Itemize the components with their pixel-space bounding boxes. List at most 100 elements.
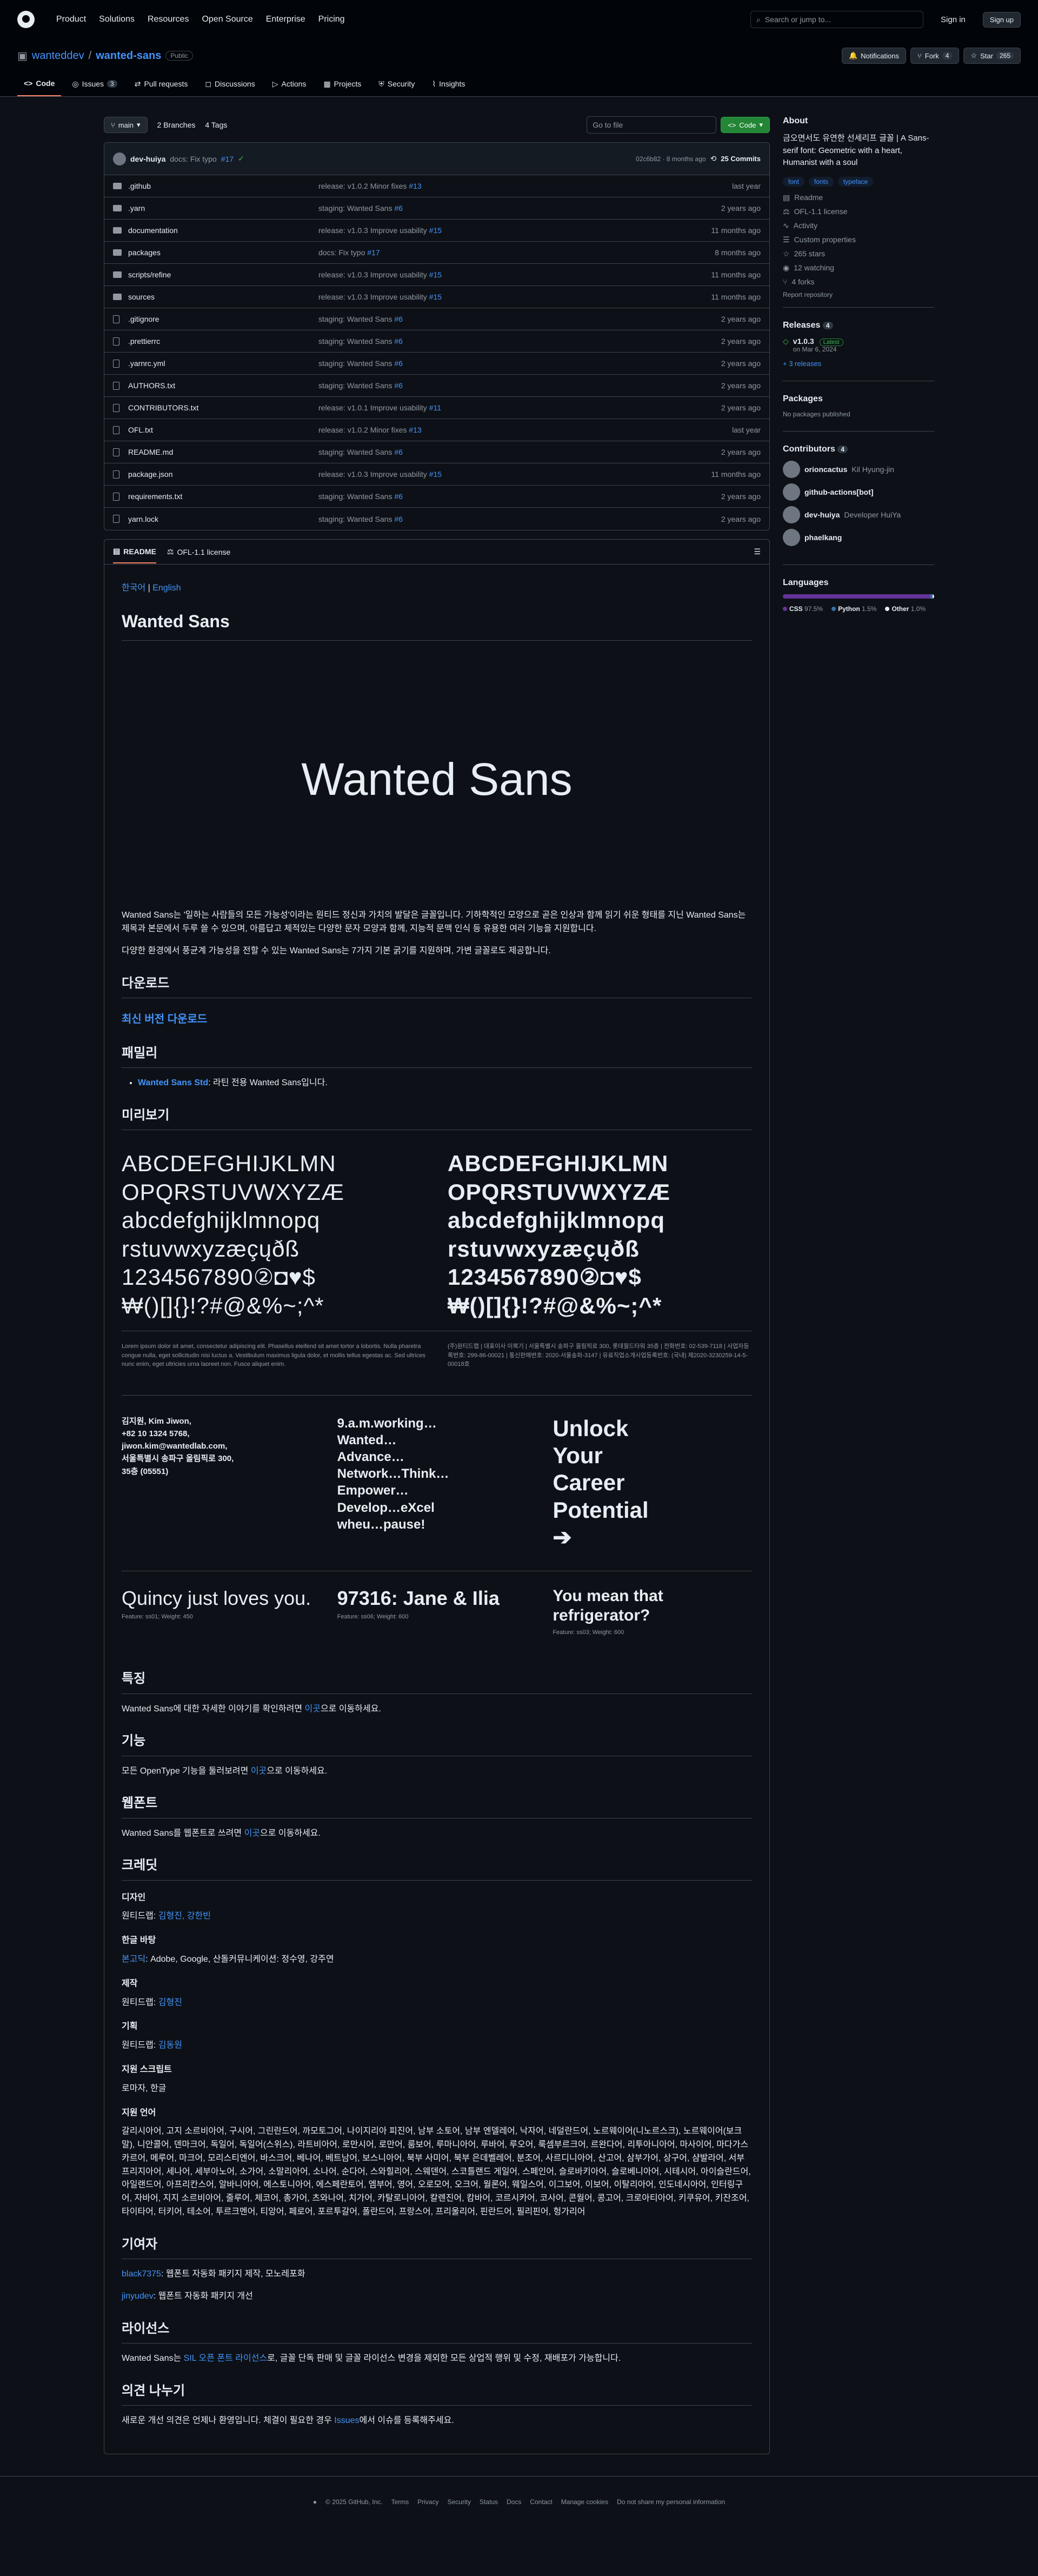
tab-code[interactable]: <> Code [17, 75, 62, 96]
readme-tab[interactable]: ▤ README [113, 540, 156, 563]
footer-link[interactable]: Contact [530, 2498, 552, 2506]
file-pr-link[interactable]: #15 [429, 293, 442, 301]
file-commit-message[interactable]: release: v1.0.3 Improve usability #15 [318, 226, 614, 235]
webfont-link[interactable]: 이곳 [244, 1829, 260, 1838]
language-item[interactable]: CSS 97.5% [783, 605, 823, 613]
global-search-input[interactable]: ⌕ Search or jump to... [750, 11, 924, 28]
contributor-item[interactable]: phaelkang [783, 528, 934, 546]
language-item[interactable]: Other 1.0% [885, 605, 926, 613]
topic-tag[interactable]: typeface [837, 176, 874, 187]
footer-link[interactable]: Terms [391, 2498, 409, 2506]
readme-link[interactable]: ▤ Readme [783, 193, 934, 202]
license-link[interactable]: SIL 오픈 폰트 라이선스 [184, 2354, 268, 2363]
file-commit-message[interactable]: staging: Wanted Sans #6 [318, 381, 614, 390]
repo-name-link[interactable]: wanted-sans [96, 50, 161, 62]
file-name[interactable]: yarn.lock [128, 515, 312, 523]
file-row[interactable]: .prettierrc staging: Wanted Sans #6 2 ye… [104, 330, 769, 353]
file-pr-link[interactable]: #6 [394, 381, 403, 390]
file-pr-link[interactable]: #6 [394, 492, 403, 501]
file-pr-link[interactable]: #15 [429, 226, 442, 235]
file-name[interactable]: .yarn [128, 204, 312, 213]
contributor-name[interactable]: dev-huiya [804, 510, 840, 519]
tab-projects[interactable]: ▦ Projects [317, 75, 368, 96]
file-name[interactable]: scripts/refine [128, 270, 312, 279]
file-name[interactable]: sources [128, 293, 312, 301]
file-commit-message[interactable]: release: v1.0.1 Improve usability #11 [318, 403, 614, 412]
activity-link[interactable]: ∿ Activity [783, 221, 934, 230]
outline-icon[interactable]: ☰ [754, 547, 761, 556]
file-commit-message[interactable]: release: v1.0.3 Improve usability #15 [318, 470, 614, 479]
file-name[interactable]: documentation [128, 226, 312, 235]
footer-link[interactable]: Manage cookies [561, 2498, 608, 2506]
family-item-link[interactable]: Wanted Sans Std [138, 1078, 208, 1087]
file-row[interactable]: scripts/refine release: v1.0.3 Improve u… [104, 264, 769, 286]
file-name[interactable]: .github [128, 182, 312, 190]
commit-message[interactable]: docs: Fix typo [170, 155, 216, 163]
file-pr-link[interactable]: #11 [429, 403, 441, 412]
file-row[interactable]: package.json release: v1.0.3 Improve usa… [104, 463, 769, 486]
file-commit-message[interactable]: release: v1.0.2 Minor fixes #13 [318, 426, 614, 434]
nav-product[interactable]: Product [56, 15, 86, 24]
contributors-heading[interactable]: Contributors [783, 444, 835, 454]
file-row[interactable]: documentation release: v1.0.3 Improve us… [104, 220, 769, 242]
file-pr-link[interactable]: #6 [394, 337, 403, 346]
nav-open-source[interactable]: Open Source [202, 15, 252, 24]
file-pr-link[interactable]: #15 [429, 270, 442, 279]
tab-pull-requests[interactable]: ⇄ Pull requests [128, 75, 195, 96]
file-commit-message[interactable]: staging: Wanted Sans #6 [318, 204, 614, 213]
sign-in-link[interactable]: Sign in [934, 12, 972, 28]
topic-tag[interactable]: fonts [808, 176, 834, 187]
custom-properties-link[interactable]: ☰ Custom properties [783, 235, 934, 244]
footer-link[interactable]: Status [480, 2498, 498, 2506]
file-name[interactable]: CONTRIBUTORS.txt [128, 403, 312, 412]
base-font-link[interactable]: 본고딕 [122, 1955, 145, 1964]
file-name[interactable]: OFL.txt [128, 426, 312, 434]
contributor-name[interactable]: phaelkang [804, 533, 842, 542]
planning-names-link[interactable]: 김동원 [158, 2041, 182, 2050]
commit-author[interactable]: dev-huiya [130, 155, 165, 163]
nav-enterprise[interactable]: Enterprise [266, 15, 305, 24]
file-pr-link[interactable]: #6 [394, 515, 403, 523]
footer-link[interactable]: Do not share my personal information [617, 2498, 725, 2506]
file-commit-message[interactable]: release: v1.0.3 Improve usability #15 [318, 270, 614, 279]
file-commit-message[interactable]: staging: Wanted Sans #6 [318, 515, 614, 523]
tab-security[interactable]: ⛨ Security [372, 75, 421, 96]
commit-hash[interactable]: 02c6b82 · 8 months ago [636, 155, 706, 163]
file-pr-link[interactable]: #6 [394, 359, 403, 368]
contributor-2-link[interactable]: jinyudev [122, 2292, 154, 2301]
notifications-button[interactable]: 🔔 Notifications [841, 48, 906, 64]
file-row[interactable]: .yarnrc.yml staging: Wanted Sans #6 2 ye… [104, 353, 769, 375]
file-row[interactable]: .github release: v1.0.2 Minor fixes #13 … [104, 175, 769, 197]
contributor-name[interactable]: orioncactus [804, 465, 847, 474]
stars-link[interactable]: ☆ 265 stars [783, 249, 934, 258]
file-commit-message[interactable]: staging: Wanted Sans #6 [318, 492, 614, 501]
license-tab[interactable]: ⚖ OFL-1.1 license [167, 541, 230, 563]
file-commit-message[interactable]: staging: Wanted Sans #6 [318, 337, 614, 346]
file-name[interactable]: README.md [128, 448, 312, 456]
nav-pricing[interactable]: Pricing [318, 15, 345, 24]
code-button[interactable]: <> Code ▾ [721, 117, 770, 133]
contributor-item[interactable]: github-actions[bot] [783, 483, 934, 501]
forks-link[interactable]: ⑂ 4 forks [783, 277, 934, 286]
issues-link[interactable]: Issues [334, 2416, 359, 2425]
download-link[interactable]: 최신 버전 다운로드 [122, 1013, 207, 1025]
design-names-link[interactable]: 김형진, 강한빈 [158, 1911, 211, 1921]
file-pr-link[interactable]: #6 [394, 204, 403, 213]
file-row[interactable]: yarn.lock staging: Wanted Sans #6 2 year… [104, 508, 769, 530]
lang-ko-link[interactable]: 한국어 [122, 583, 145, 593]
file-row[interactable]: .gitignore staging: Wanted Sans #6 2 yea… [104, 308, 769, 330]
tab-insights[interactable]: ⌇ Insights [425, 75, 471, 96]
file-row[interactable]: OFL.txt release: v1.0.2 Minor fixes #13 … [104, 419, 769, 441]
file-name[interactable]: .yarnrc.yml [128, 359, 312, 368]
file-name[interactable]: package.json [128, 470, 312, 479]
file-pr-link[interactable]: #13 [409, 182, 421, 190]
sign-up-button[interactable]: Sign up [982, 11, 1021, 28]
file-pr-link[interactable]: #6 [394, 315, 403, 323]
github-logo-icon[interactable] [17, 11, 35, 28]
packages-heading[interactable]: Packages [783, 394, 934, 404]
branches-link[interactable]: 2 Branches [157, 121, 196, 129]
contributor-name[interactable]: github-actions[bot] [804, 488, 874, 496]
release-version[interactable]: v1.0.3 [793, 337, 814, 346]
file-commit-message[interactable]: release: v1.0.2 Minor fixes #13 [318, 182, 614, 190]
production-names-link[interactable]: 김형진 [158, 1998, 182, 2007]
